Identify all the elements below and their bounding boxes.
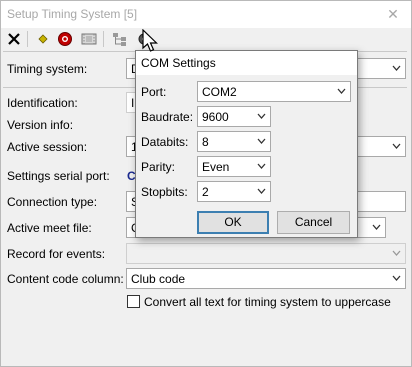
com-settings-dialog: COM Settings Port: COM2 Baudrate: 9600 D… [135, 50, 358, 238]
uppercase-checkbox-label[interactable]: Convert all text for timing system to up… [144, 295, 391, 309]
mouse-pointer-icon [142, 29, 158, 52]
chevron-down-icon [257, 163, 266, 169]
window-close-button[interactable]: ✕ [375, 1, 411, 28]
chevron-down-icon [257, 188, 266, 194]
port-label: Port: [141, 85, 167, 99]
toolbar-separator [103, 31, 104, 47]
connection-type-label: Connection type: [7, 195, 98, 209]
chevron-down-icon [257, 138, 266, 144]
baudrate-label: Baudrate: [141, 110, 194, 124]
chevron-down-icon [392, 250, 401, 256]
record-events-label: Record for events: [7, 247, 106, 261]
chevron-down-icon [257, 113, 266, 119]
film-icon[interactable] [80, 30, 98, 48]
chevron-down-icon [392, 275, 401, 281]
title-bar: Setup Timing System [5] ✕ [1, 1, 411, 28]
dialog-title-bar: COM Settings [136, 51, 357, 75]
serial-port-label: Settings serial port: [7, 169, 110, 183]
active-meet-file-label: Active meet file: [7, 221, 92, 235]
ok-button[interactable]: OK [197, 211, 269, 234]
setup-timing-window: Setup Timing System [5] ✕ Timing system:… [0, 0, 412, 367]
parity-label: Parity: [141, 160, 176, 174]
record-icon[interactable] [56, 30, 74, 48]
uppercase-checkbox[interactable] [127, 295, 140, 308]
version-info-label: Version info: [7, 118, 74, 132]
parity-select[interactable]: Even [197, 156, 271, 177]
chevron-down-icon [392, 143, 401, 149]
chevron-down-icon [392, 65, 401, 71]
identification-label: Identification: [7, 96, 78, 110]
content-code-select[interactable]: Club code [126, 268, 406, 289]
add-icon[interactable] [34, 30, 52, 48]
chevron-down-icon [372, 224, 381, 230]
content-code-label: Content code column: [7, 272, 124, 286]
timing-system-label: Timing system: [7, 62, 88, 76]
cancel-button[interactable]: Cancel [277, 211, 350, 234]
databits-select[interactable]: 8 [197, 131, 271, 152]
close-icon[interactable] [5, 30, 23, 48]
stopbits-select[interactable]: 2 [197, 181, 271, 202]
active-session-label: Active session: [7, 140, 88, 154]
window-title: Setup Timing System [5] [7, 7, 138, 21]
baudrate-select[interactable]: 9600 [197, 106, 271, 127]
record-events-select[interactable] [126, 243, 406, 264]
toolbar [1, 28, 411, 50]
port-select[interactable]: COM2 [197, 81, 351, 102]
chevron-down-icon [337, 88, 346, 94]
databits-label: Databits: [141, 135, 189, 149]
toolbar-separator [27, 31, 28, 47]
tree-icon[interactable] [111, 30, 129, 48]
stopbits-label: Stopbits: [141, 185, 188, 199]
dialog-title: COM Settings [141, 56, 216, 70]
